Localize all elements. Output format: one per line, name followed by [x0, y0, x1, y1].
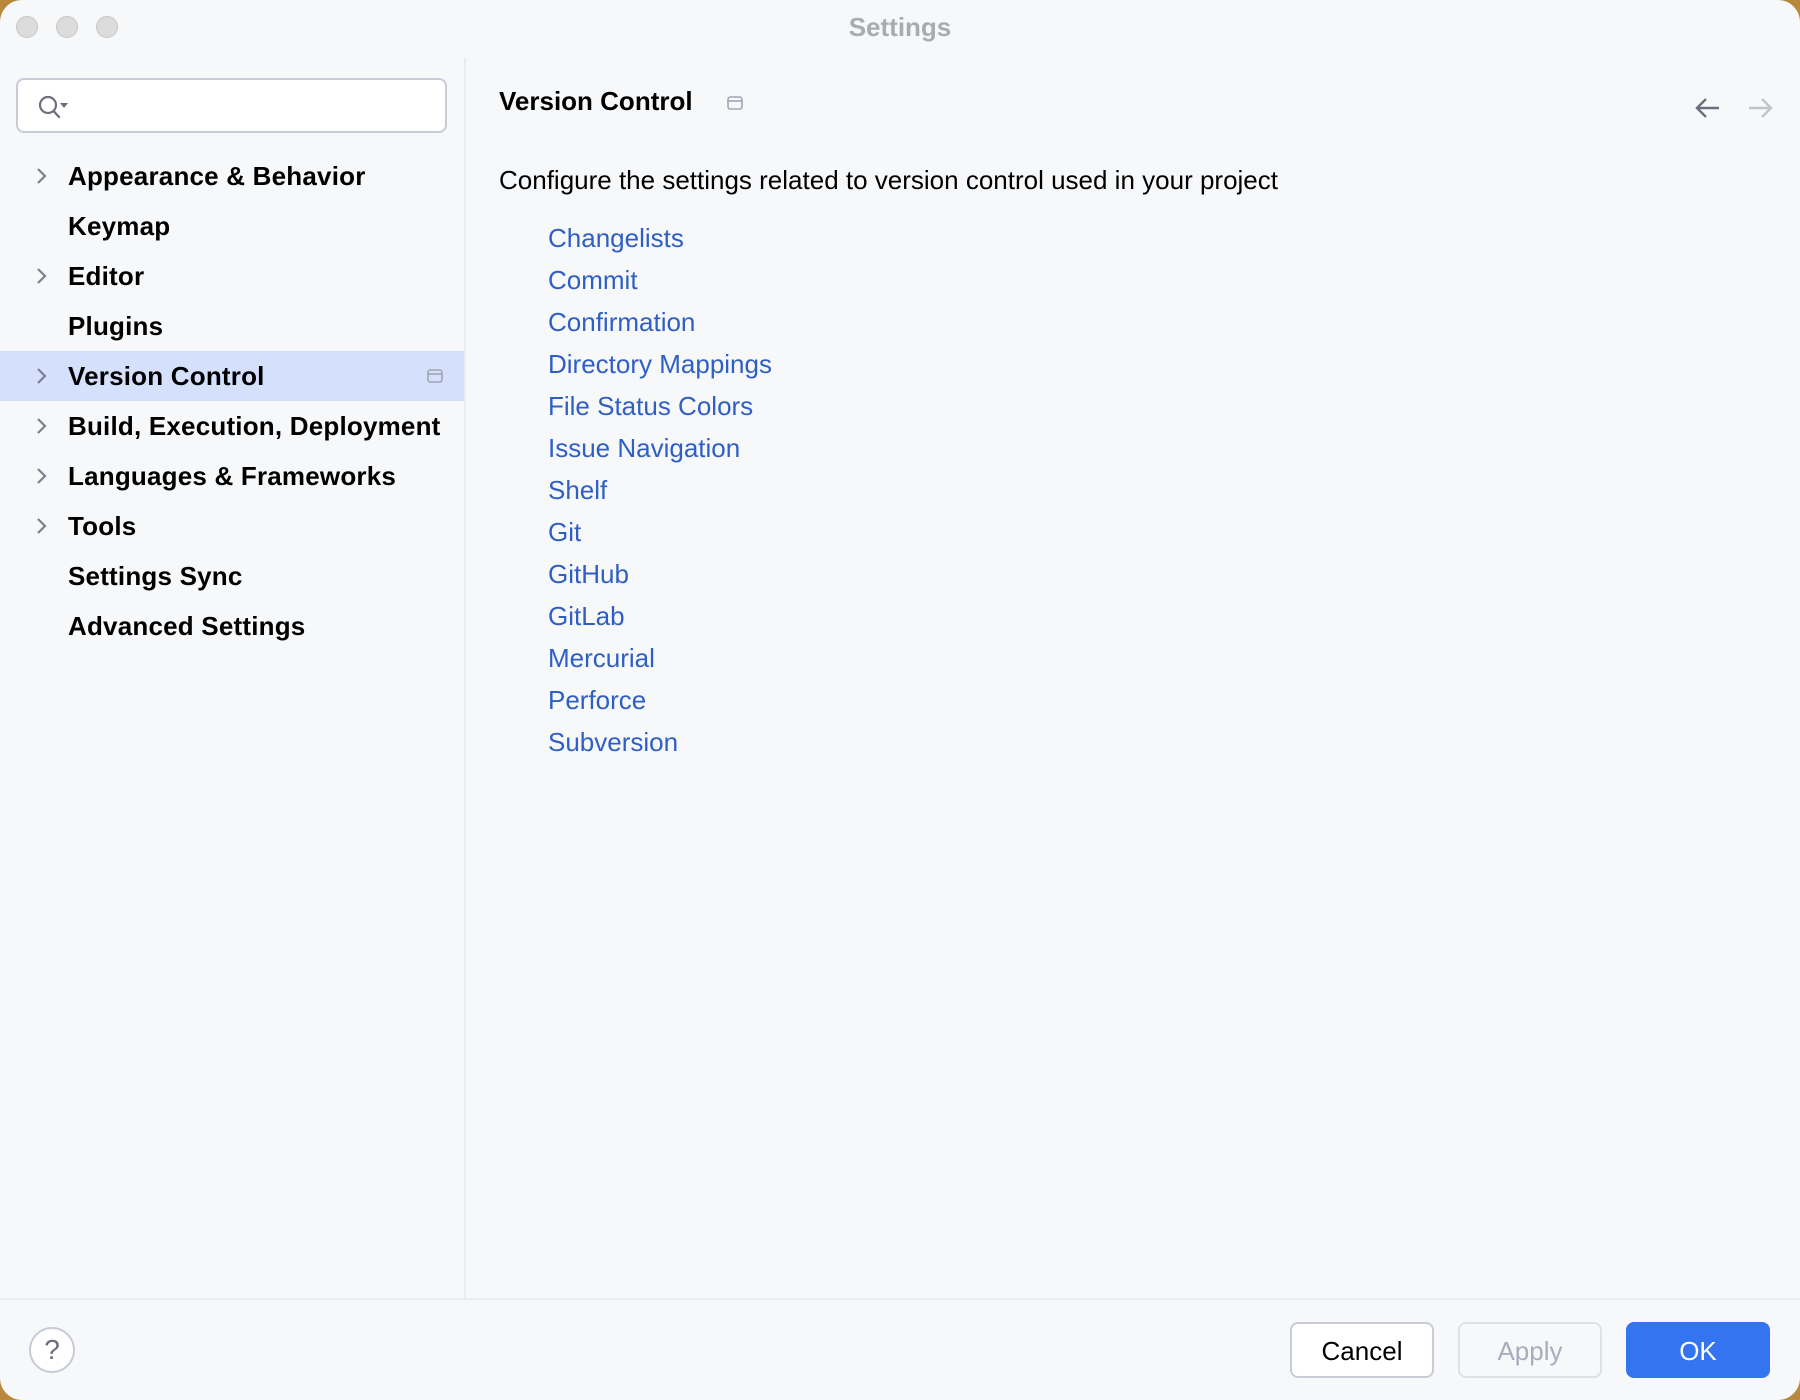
help-button[interactable]: ? — [29, 1327, 75, 1373]
sidebar-item-appearance-behavior[interactable]: Appearance & Behavior — [0, 151, 464, 201]
settings-search-input[interactable] — [82, 88, 436, 126]
link-git[interactable]: Git — [548, 511, 772, 553]
chevron-right-icon[interactable] — [34, 267, 50, 285]
settings-search-box[interactable] — [16, 78, 447, 133]
settings-window: Settings Appearance & Behavior Keymap Ed… — [0, 0, 1800, 1400]
sidebar-item-version-control[interactable]: Version Control — [0, 351, 464, 401]
search-icon[interactable] — [36, 92, 76, 122]
settings-tree: Appearance & Behavior Keymap Editor Plug… — [0, 151, 464, 651]
link-shelf[interactable]: Shelf — [548, 469, 772, 511]
window-title: Settings — [848, 12, 952, 42]
sidebar-item-languages-frameworks[interactable]: Languages & Frameworks — [0, 451, 464, 501]
page-description: Configure the settings related to versio… — [499, 165, 1278, 195]
link-perforce[interactable]: Perforce — [548, 679, 772, 721]
sidebar-item-keymap[interactable]: Keymap — [0, 201, 464, 251]
sidebar-item-label: Tools — [68, 511, 137, 541]
question-mark-icon: ? — [44, 1334, 60, 1365]
sidebar-item-label: Plugins — [68, 311, 164, 341]
chevron-right-icon[interactable] — [34, 367, 50, 385]
link-mercurial[interactable]: Mercurial — [548, 637, 772, 679]
sidebar-item-label: Build, Execution, Deployment — [68, 411, 441, 441]
link-directory-mappings[interactable]: Directory Mappings — [548, 343, 772, 385]
sidebar-item-plugins[interactable]: Plugins — [0, 301, 464, 351]
link-issue-navigation[interactable]: Issue Navigation — [548, 427, 772, 469]
sidebar-item-tools[interactable]: Tools — [0, 501, 464, 551]
sidebar-item-editor[interactable]: Editor — [0, 251, 464, 301]
chevron-right-icon[interactable] — [34, 417, 50, 435]
title-bar: Settings — [0, 0, 1800, 56]
sidebar-item-label: Editor — [68, 261, 145, 291]
chevron-right-icon[interactable] — [34, 167, 50, 185]
sidebar-item-label: Advanced Settings — [68, 611, 306, 641]
link-subversion[interactable]: Subversion — [548, 721, 772, 763]
sidebar-item-label: Appearance & Behavior — [68, 161, 366, 191]
link-gitlab[interactable]: GitLab — [548, 595, 772, 637]
sidebar-item-settings-sync[interactable]: Settings Sync — [0, 551, 464, 601]
settings-content-panel: Version Control Configure the settings r… — [466, 56, 1800, 1298]
link-changelists[interactable]: Changelists — [548, 217, 772, 259]
link-confirmation[interactable]: Confirmation — [548, 301, 772, 343]
subpage-links: Changelists Commit Confirmation Director… — [548, 217, 772, 763]
footer-divider — [0, 1298, 1800, 1300]
chevron-right-icon[interactable] — [34, 467, 50, 485]
sidebar-item-advanced-settings[interactable]: Advanced Settings — [0, 601, 464, 651]
back-arrow-icon[interactable] — [1694, 96, 1722, 120]
sidebar-item-label: Languages & Frameworks — [68, 461, 397, 491]
link-commit[interactable]: Commit — [548, 259, 772, 301]
sidebar-item-label: Version Control — [68, 361, 265, 391]
page-title: Version Control — [499, 86, 693, 116]
sidebar-item-label: Settings Sync — [68, 561, 243, 591]
project-level-icon — [727, 96, 743, 110]
ok-button[interactable]: OK — [1626, 1322, 1770, 1378]
cancel-button[interactable]: Cancel — [1290, 1322, 1434, 1378]
forward-arrow-icon[interactable] — [1746, 96, 1774, 120]
sidebar-item-label: Keymap — [68, 211, 171, 241]
sidebar-item-build-execution-deployment[interactable]: Build, Execution, Deployment — [0, 401, 464, 451]
chevron-right-icon[interactable] — [34, 517, 50, 535]
apply-button[interactable]: Apply — [1458, 1322, 1602, 1378]
link-file-status-colors[interactable]: File Status Colors — [548, 385, 772, 427]
project-level-icon — [427, 369, 443, 383]
link-github[interactable]: GitHub — [548, 553, 772, 595]
